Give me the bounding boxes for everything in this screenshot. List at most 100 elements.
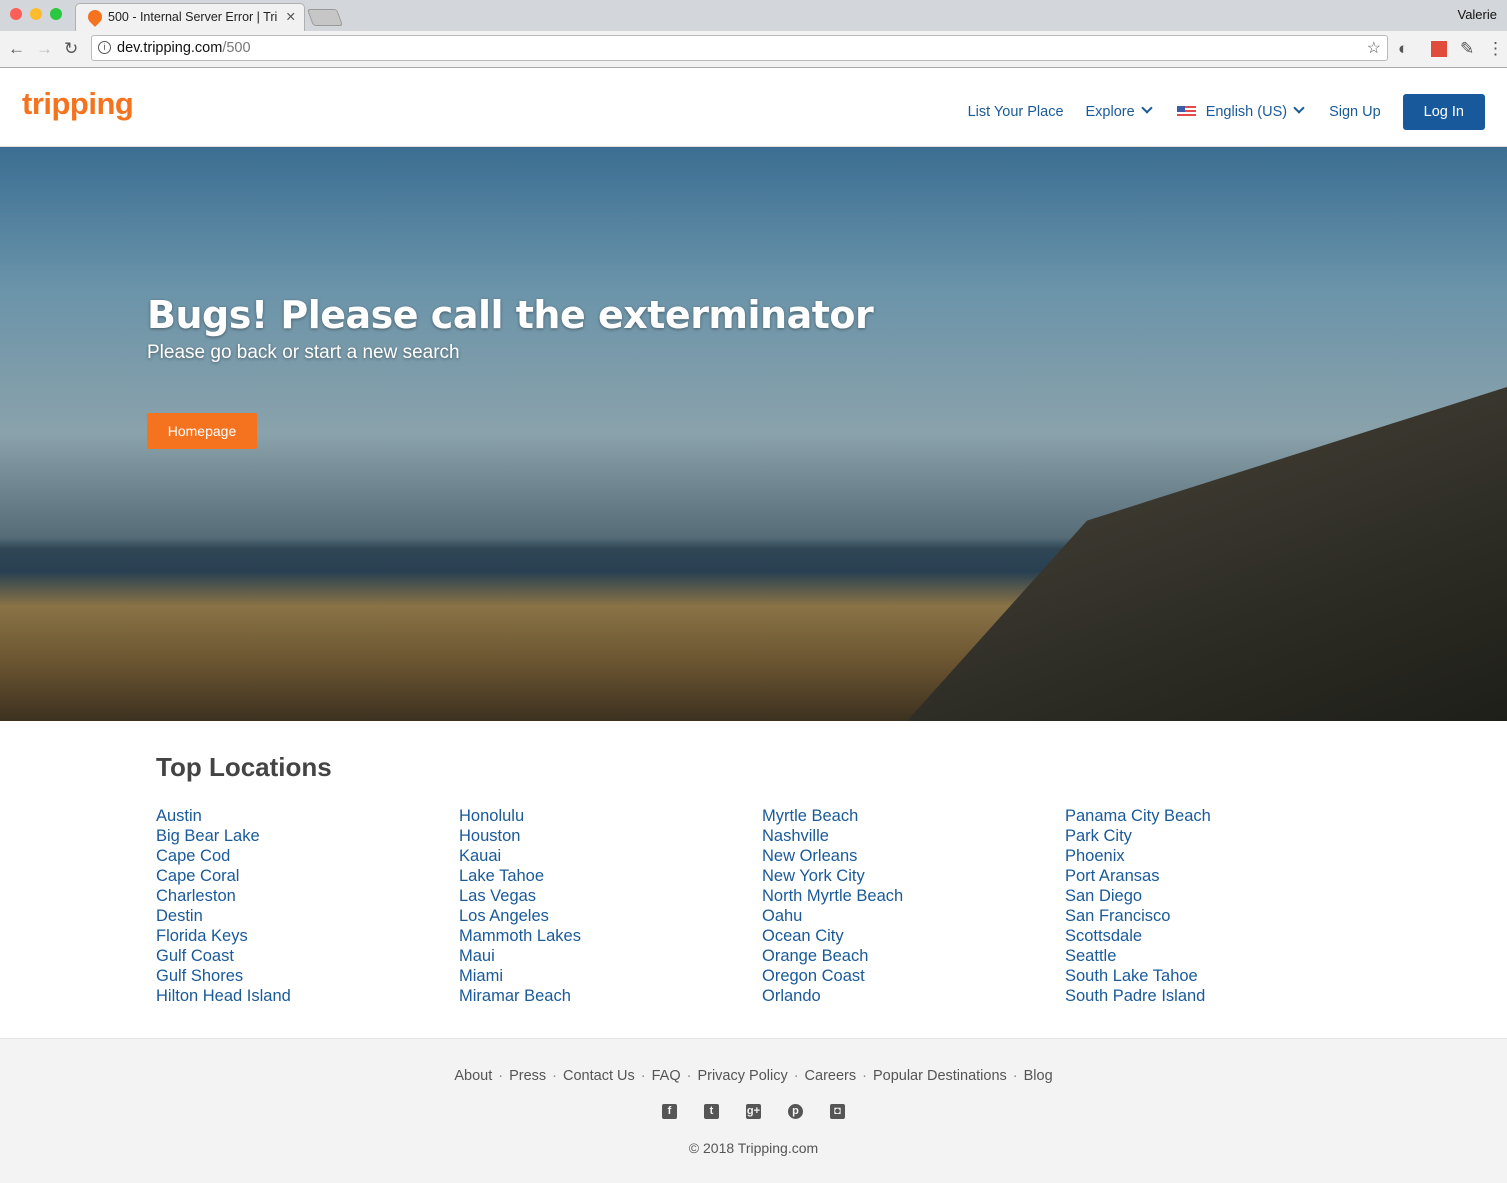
pinterest-icon[interactable]: p — [788, 1104, 803, 1119]
list-your-place-link[interactable]: List Your Place — [968, 104, 1064, 120]
location-link[interactable]: Gulf Coast — [156, 946, 291, 966]
location-link[interactable]: Park City — [1065, 826, 1211, 846]
location-link[interactable]: Seattle — [1065, 946, 1211, 966]
back-icon[interactable]: ← — [8, 39, 25, 59]
top-locations-title: Top Locations — [156, 752, 332, 782]
location-link[interactable]: Maui — [459, 946, 581, 966]
location-link[interactable]: Houston — [459, 826, 581, 846]
chevron-down-icon — [1141, 102, 1153, 114]
location-link[interactable]: Orlando — [762, 986, 903, 1006]
location-link[interactable]: Charleston — [156, 886, 291, 906]
location-link[interactable]: Ocean City — [762, 926, 903, 946]
reload-icon[interactable]: ↻ — [64, 39, 78, 59]
footer-link[interactable]: Press — [509, 1068, 546, 1084]
location-link[interactable]: Big Bear Lake — [156, 826, 291, 846]
location-link[interactable]: Honolulu — [459, 806, 581, 826]
location-link[interactable]: Scottsdale — [1065, 926, 1211, 946]
homepage-button[interactable]: Homepage — [147, 413, 257, 449]
location-link[interactable]: Cape Cod — [156, 846, 291, 866]
location-link[interactable]: Oahu — [762, 906, 903, 926]
profile-name[interactable]: Valerie — [1457, 7, 1497, 22]
location-link[interactable]: Florida Keys — [156, 926, 291, 946]
google-plus-icon[interactable]: g+ — [746, 1104, 761, 1119]
footer-link[interactable]: Contact Us — [563, 1068, 635, 1084]
location-link[interactable]: Kauai — [459, 846, 581, 866]
browser-tab[interactable]: 500 - Internal Server Error | Tri ✕ — [75, 3, 305, 31]
menu-icon[interactable]: ⋮ — [1487, 39, 1504, 59]
info-icon[interactable]: i — [98, 41, 111, 54]
location-link[interactable]: Mammoth Lakes — [459, 926, 581, 946]
explore-label: Explore — [1085, 104, 1135, 120]
new-tab-button[interactable] — [306, 9, 344, 26]
location-link[interactable]: Los Angeles — [459, 906, 581, 926]
twitter-icon[interactable]: t — [704, 1104, 719, 1119]
location-link[interactable]: South Padre Island — [1065, 986, 1211, 1006]
top-locations: Top Locations Austin Big Bear Lake Cape Co… — [0, 721, 1507, 1038]
location-link[interactable]: Port Aransas — [1065, 866, 1211, 886]
chevron-down-icon — [1293, 102, 1305, 114]
maximize-window-button[interactable] — [50, 8, 62, 20]
location-link[interactable]: Lake Tahoe — [459, 866, 581, 886]
site-footer: About · Press · Contact Us · FAQ · Privacy Polic… — [0, 1038, 1507, 1183]
tripping-logo[interactable]: tripping — [22, 86, 134, 122]
instagram-icon[interactable]: ◘ — [830, 1104, 845, 1119]
log-in-button[interactable]: Log In — [1402, 94, 1485, 130]
minimize-window-button[interactable] — [30, 8, 42, 20]
error-title: Bugs! Please call the exterminator — [147, 293, 874, 337]
bookmark-star-icon[interactable]: ☆ — [1367, 38, 1381, 58]
address-bar[interactable]: i dev.tripping.com/500 ☆ — [91, 35, 1388, 61]
location-link[interactable]: Cape Coral — [156, 866, 291, 886]
location-link[interactable]: Orange Beach — [762, 946, 903, 966]
location-link[interactable]: San Francisco — [1065, 906, 1211, 926]
location-link[interactable]: Austin — [156, 806, 291, 826]
close-window-button[interactable] — [10, 8, 22, 20]
footer-link[interactable]: Popular Destinations — [873, 1068, 1007, 1084]
location-link[interactable]: Myrtle Beach — [762, 806, 903, 826]
footer-link[interactable]: Privacy Policy — [697, 1068, 787, 1084]
location-link[interactable]: Destin — [156, 906, 291, 926]
hero-banner: Bugs! Please call the exterminator Pleas… — [0, 147, 1507, 721]
link-separator: · — [1012, 1068, 1018, 1084]
facebook-icon[interactable]: f — [662, 1104, 677, 1119]
location-link[interactable]: Gulf Shores — [156, 966, 291, 986]
locations-column: Myrtle Beach Nashville New Orleans New York… — [762, 806, 903, 1006]
footer-link[interactable]: FAQ — [652, 1068, 681, 1084]
copyright: © 2018 Tripping.com — [688, 1140, 819, 1156]
location-link[interactable]: New Orleans — [762, 846, 903, 866]
location-link[interactable]: North Myrtle Beach — [762, 886, 903, 906]
locations-column: Panama City Beach Park City Phoenix Port Ar… — [1065, 806, 1211, 1006]
link-separator: · — [686, 1068, 692, 1084]
link-separator: · — [793, 1068, 799, 1084]
location-link[interactable]: New York City — [762, 866, 903, 886]
forward-icon[interactable]: → — [36, 39, 53, 59]
location-link[interactable]: Las Vegas — [459, 886, 581, 906]
location-link[interactable]: Miami — [459, 966, 581, 986]
extension-pen-icon[interactable]: ✎ — [1460, 39, 1474, 59]
explore-dropdown[interactable]: Explore — [1085, 102, 1155, 120]
footer-link[interactable]: Careers — [805, 1068, 857, 1084]
extension-icon[interactable] — [1431, 41, 1447, 57]
location-link[interactable]: Nashville — [762, 826, 903, 846]
us-flag-icon — [1176, 106, 1196, 119]
social-links: f t g+ p ◘ — [0, 1104, 1507, 1119]
url-host: dev.tripping.com — [117, 40, 223, 56]
error-subtitle: Please go back or start a new search — [147, 342, 460, 363]
extension-contrast-icon[interactable]: ◐ — [1398, 39, 1408, 59]
location-link[interactable]: Phoenix — [1065, 846, 1211, 866]
footer-link[interactable]: Blog — [1024, 1068, 1053, 1084]
link-separator: · — [498, 1068, 504, 1084]
language-dropdown[interactable]: English (US) — [1176, 102, 1307, 120]
location-link[interactable]: Oregon Coast — [762, 966, 903, 986]
favicon-icon — [85, 7, 105, 27]
language-label: English (US) — [1205, 104, 1288, 120]
location-link[interactable]: Panama City Beach — [1065, 806, 1211, 826]
url-path: /500 — [222, 40, 251, 56]
sign-up-link[interactable]: Sign Up — [1329, 104, 1381, 120]
location-link[interactable]: South Lake Tahoe — [1065, 966, 1211, 986]
location-link[interactable]: San Diego — [1065, 886, 1211, 906]
location-link[interactable]: Miramar Beach — [459, 986, 581, 1006]
location-link[interactable]: Hilton Head Island — [156, 986, 291, 1006]
browser-tab-bar: 500 - Internal Server Error | Tri ✕ Vale… — [0, 0, 1507, 31]
close-tab-icon[interactable]: ✕ — [286, 9, 296, 24]
footer-link[interactable]: About — [454, 1068, 492, 1084]
